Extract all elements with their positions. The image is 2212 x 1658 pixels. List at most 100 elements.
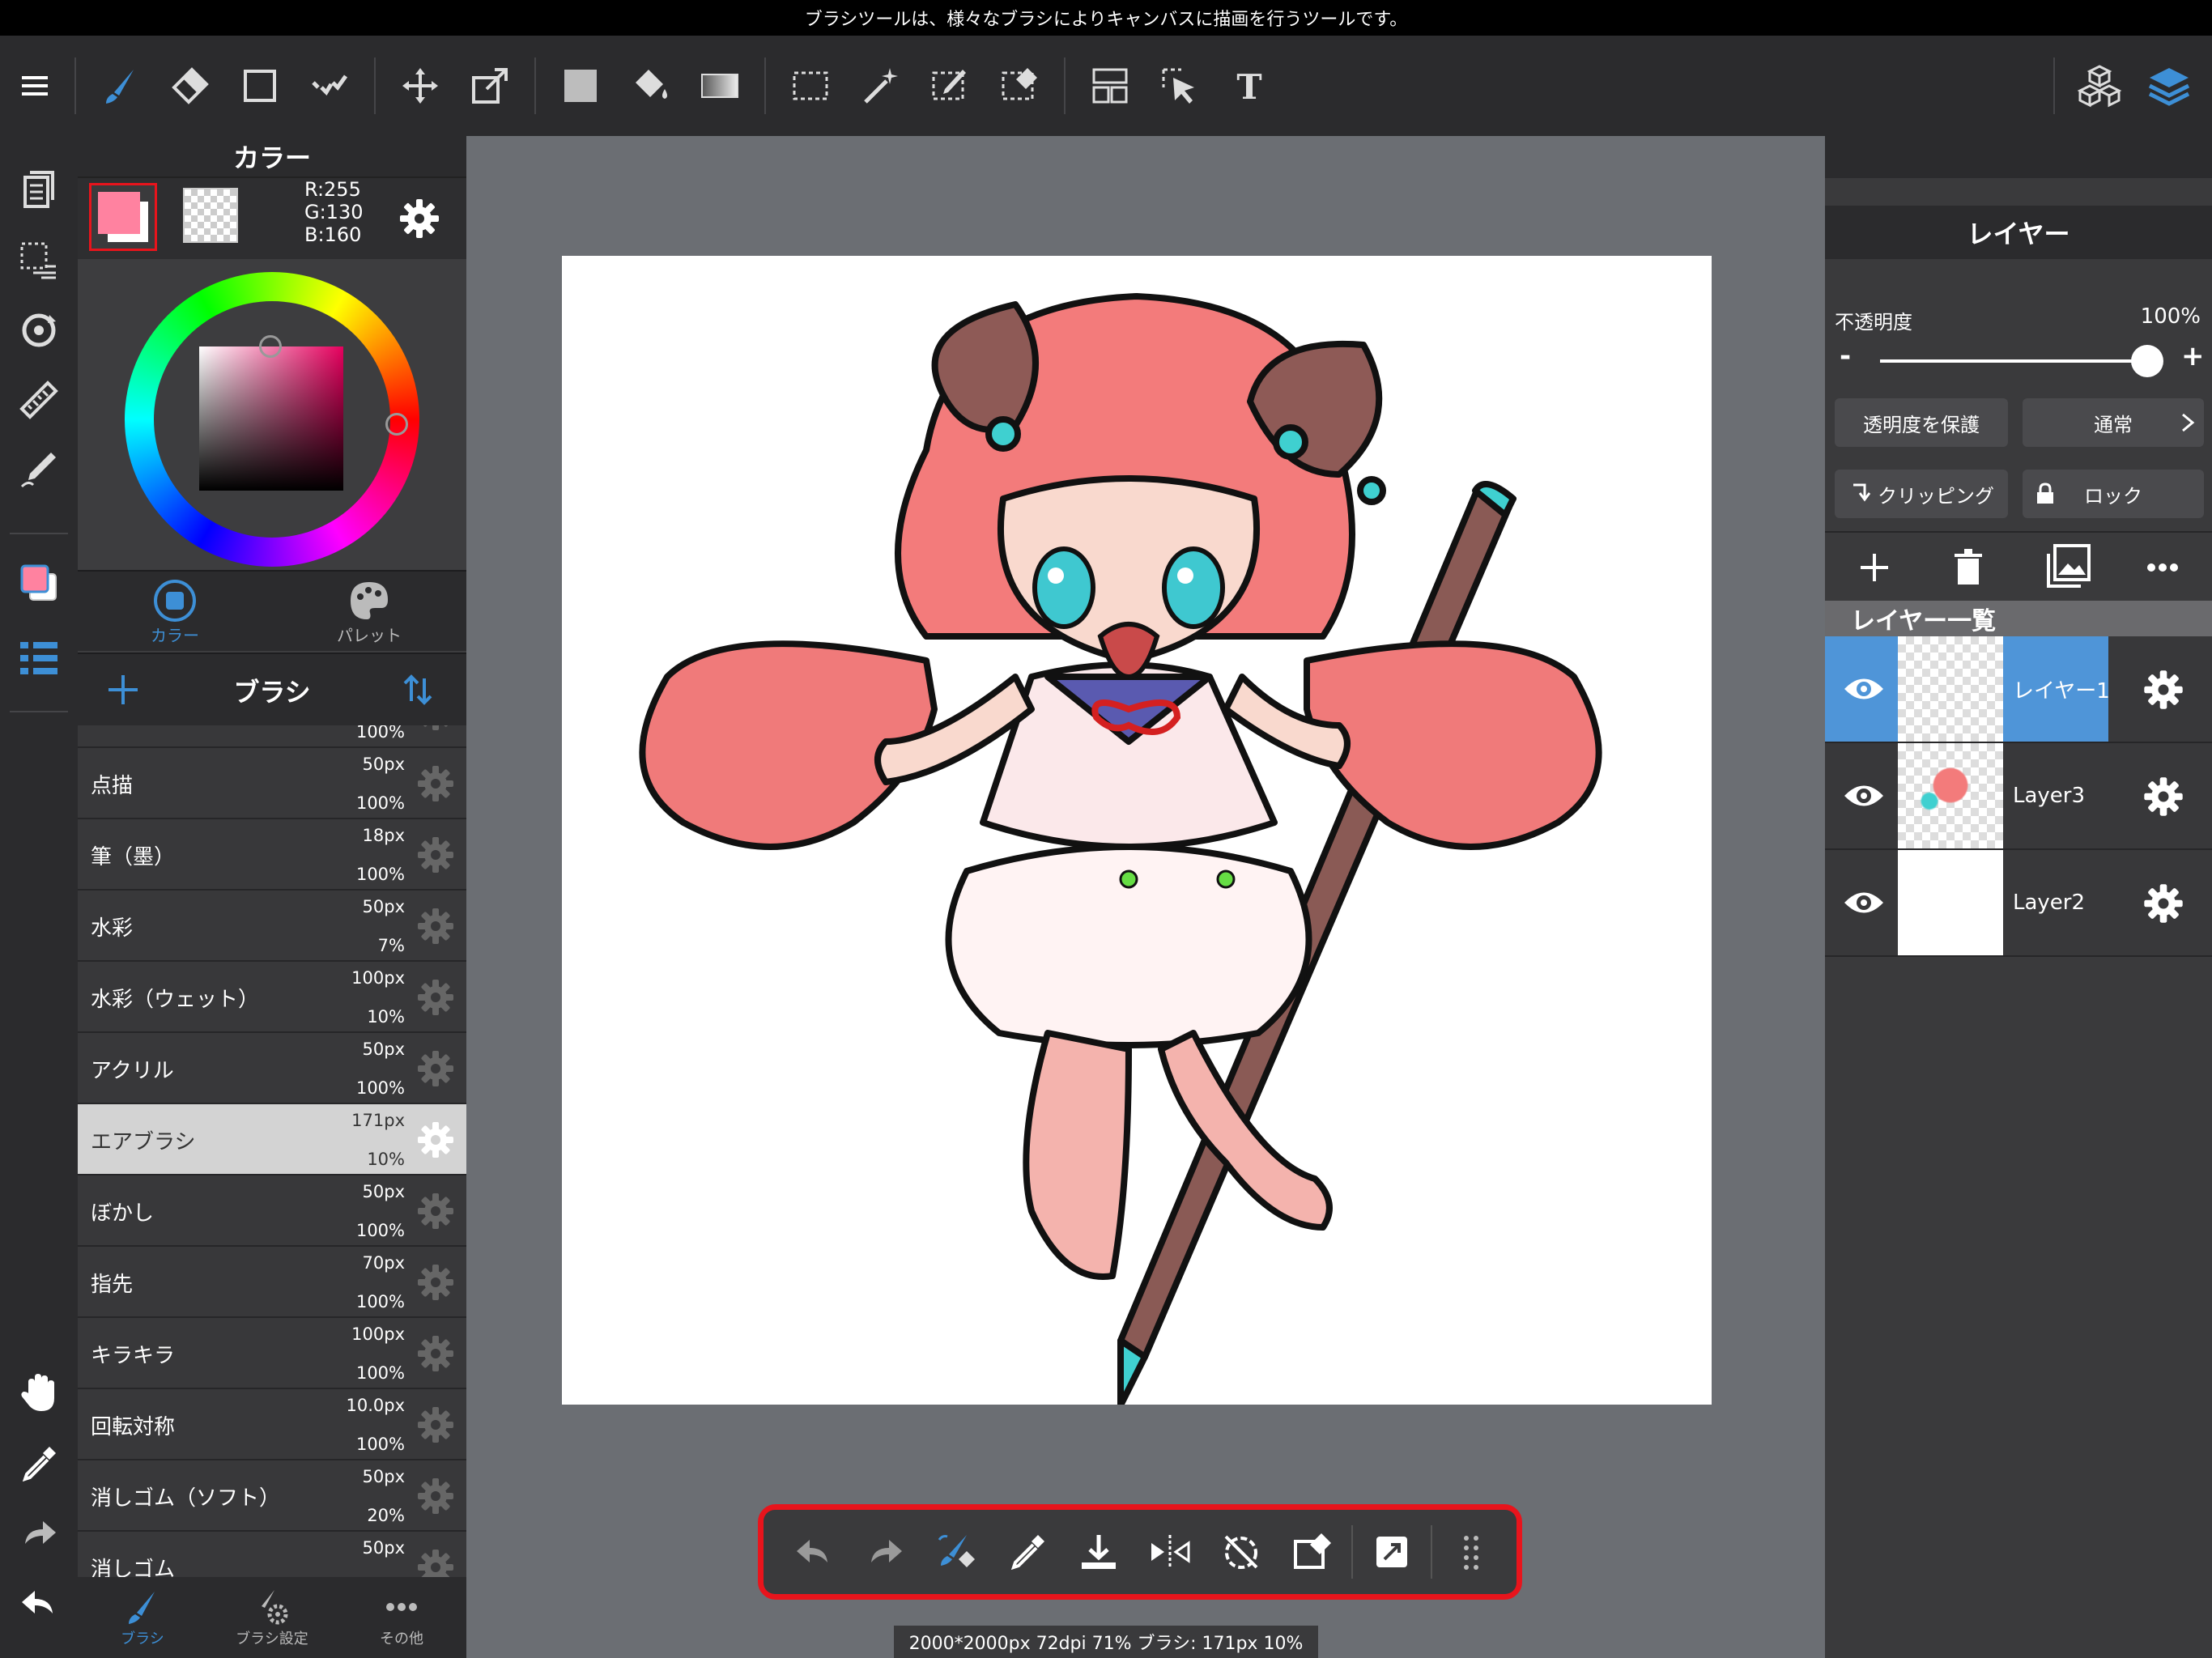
- sort-brush-icon[interactable]: [397, 669, 439, 711]
- brush-settings-gear-icon[interactable]: [415, 1475, 457, 1517]
- tab-brush-settings[interactable]: ブラシ設定: [207, 1577, 337, 1658]
- layer-settings-gear-icon[interactable]: [2141, 774, 2186, 819]
- brush-item[interactable]: 点描 50px 100%: [78, 748, 466, 819]
- quick-bar-handle-icon[interactable]: [1436, 1516, 1507, 1588]
- protect-alpha-button[interactable]: 透明度を保護: [1835, 398, 2008, 447]
- blend-mode-button[interactable]: 通常: [2023, 398, 2204, 447]
- undo-icon[interactable]: [6, 1571, 71, 1635]
- brush-settings-gear-icon[interactable]: [415, 976, 457, 1018]
- quick-save-download-icon[interactable]: [1063, 1516, 1134, 1588]
- import-image-layer-icon[interactable]: [2045, 542, 2092, 589]
- brush-item[interactable]: エアブラシ 171px 10%: [78, 1104, 466, 1175]
- layer-row[interactable]: レイヤー1: [1825, 636, 2212, 743]
- select-rect-icon[interactable]: [776, 51, 845, 121]
- quick-undo-icon[interactable]: [778, 1516, 849, 1588]
- layer-visibility-eye-icon[interactable]: [1841, 669, 1887, 709]
- brush-item[interactable]: 消しゴム（ソフト） 50px 20%: [78, 1460, 466, 1532]
- brush-settings-gear-icon[interactable]: [415, 725, 457, 733]
- brush-settings-gear-icon[interactable]: [415, 905, 457, 947]
- drawing-canvas[interactable]: [562, 256, 1712, 1409]
- color-swatch-icon[interactable]: [6, 551, 71, 615]
- opacity-slider-thumb[interactable]: [2131, 345, 2163, 377]
- brush-item[interactable]: ぷちペン 100%: [78, 725, 466, 748]
- brush-settings-gear-icon[interactable]: [415, 763, 457, 805]
- clipping-button[interactable]: クリッピング: [1835, 470, 2008, 518]
- magic-wand-icon[interactable]: [845, 51, 915, 121]
- ruler-icon[interactable]: [6, 368, 71, 432]
- brush-item[interactable]: 水彩 50px 7%: [78, 891, 466, 962]
- delete-layer-icon[interactable]: [1946, 546, 1990, 589]
- quick-rotate-reset-icon[interactable]: [1206, 1516, 1277, 1588]
- brush-item[interactable]: ぼかし 50px 100%: [78, 1175, 466, 1247]
- quick-eyedropper-icon[interactable]: [992, 1516, 1063, 1588]
- tab-color[interactable]: カラー: [78, 572, 272, 653]
- quick-clear-icon[interactable]: [1277, 1516, 1348, 1588]
- saturation-value-square[interactable]: [199, 346, 343, 491]
- pages-icon[interactable]: [6, 157, 71, 222]
- primary-color-swatch[interactable]: [89, 183, 157, 251]
- select-pen-icon[interactable]: [915, 51, 985, 121]
- brush-item[interactable]: アクリル 50px 100%: [78, 1033, 466, 1104]
- tab-brush[interactable]: ブラシ: [78, 1577, 207, 1658]
- layers-icon[interactable]: [2134, 51, 2204, 121]
- brush-settings-gear-icon[interactable]: [415, 1048, 457, 1090]
- gradient-icon[interactable]: [685, 51, 755, 121]
- menu-icon[interactable]: [0, 51, 70, 121]
- quick-flip-icon[interactable]: [1134, 1516, 1206, 1588]
- layer-visibility-eye-icon[interactable]: [1841, 882, 1887, 923]
- brush-settings-gear-icon[interactable]: [415, 1404, 457, 1446]
- layer-row[interactable]: Layer3: [1825, 743, 2212, 850]
- brush-item[interactable]: 筆（墨） 18px 100%: [78, 819, 466, 891]
- move-icon[interactable]: [385, 51, 455, 121]
- add-brush-icon[interactable]: [102, 669, 144, 711]
- layer-settings-gear-icon[interactable]: [2141, 881, 2186, 926]
- opacity-slider[interactable]: [1880, 345, 2163, 377]
- quick-fullscreen-icon[interactable]: [1356, 1516, 1427, 1588]
- transparent-color-swatch[interactable]: [183, 188, 238, 243]
- brush-item[interactable]: 水彩（ウェット） 100px 10%: [78, 962, 466, 1033]
- brush-settings-gear-icon[interactable]: [415, 1261, 457, 1303]
- brush-item[interactable]: 指先 70px 100%: [78, 1247, 466, 1318]
- fill-color-swatch[interactable]: [546, 51, 615, 121]
- rotate-view-icon[interactable]: [6, 298, 71, 363]
- sv-picker-handle[interactable]: [259, 335, 282, 358]
- eraser-icon[interactable]: [155, 51, 225, 121]
- hand-icon[interactable]: [6, 1360, 71, 1425]
- select-eraser-icon[interactable]: [985, 51, 1054, 121]
- layout-icon[interactable]: [1075, 51, 1145, 121]
- shape-icon[interactable]: [225, 51, 295, 121]
- brush-item[interactable]: 回転対称 10.0px 100%: [78, 1389, 466, 1460]
- layer-settings-gear-icon[interactable]: [2141, 667, 2186, 712]
- quick-brush-eraser-toggle-icon[interactable]: [921, 1516, 992, 1588]
- eyedropper-icon[interactable]: [6, 1431, 71, 1496]
- brush-settings-gear-icon[interactable]: [415, 1190, 457, 1232]
- quick-redo-icon[interactable]: [849, 1516, 921, 1588]
- redo-icon[interactable]: [6, 1501, 71, 1566]
- dot-icon[interactable]: [295, 51, 364, 121]
- brush-settings-gear-icon[interactable]: [415, 1119, 457, 1161]
- layer-visibility-eye-icon[interactable]: [1841, 776, 1887, 816]
- layer-more-icon[interactable]: [2141, 546, 2184, 589]
- brush-item[interactable]: キラキラ 100px 100%: [78, 1318, 466, 1389]
- bucket-icon[interactable]: [615, 51, 685, 121]
- opacity-minus-button[interactable]: -: [1840, 340, 1851, 372]
- pen-stabilizer-icon[interactable]: [6, 437, 71, 502]
- add-layer-icon[interactable]: [1853, 546, 1896, 589]
- brush-settings-gear-icon[interactable]: [415, 1546, 457, 1577]
- select-move-icon[interactable]: [1145, 51, 1214, 121]
- hue-picker-handle[interactable]: [385, 413, 408, 436]
- tab-palette[interactable]: パレット: [272, 572, 466, 653]
- brush-item[interactable]: 消しゴム 50px: [78, 1532, 466, 1577]
- opacity-plus-button[interactable]: +: [2181, 340, 2205, 372]
- layer-row[interactable]: Layer2: [1825, 850, 2212, 957]
- transform-icon[interactable]: [455, 51, 525, 121]
- brush-settings-gear-icon[interactable]: [415, 834, 457, 876]
- brush-icon[interactable]: [86, 51, 155, 121]
- selection-layer-icon[interactable]: [6, 227, 71, 291]
- color-settings-gear-icon[interactable]: [398, 198, 440, 240]
- materials-icon[interactable]: [2065, 51, 2134, 121]
- brush-settings-gear-icon[interactable]: [415, 1333, 457, 1375]
- tab-other[interactable]: その他: [337, 1577, 466, 1658]
- text-icon[interactable]: T: [1214, 51, 1284, 121]
- lock-button[interactable]: ロック: [2023, 470, 2204, 518]
